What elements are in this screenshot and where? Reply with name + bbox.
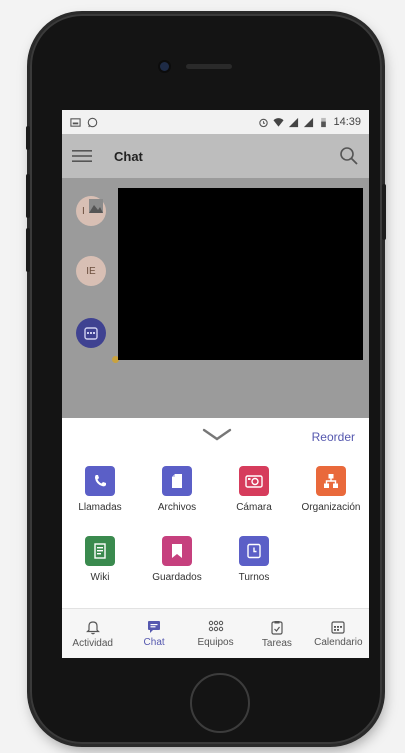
calendar-icon (331, 621, 345, 634)
phone-icon (85, 466, 115, 496)
bookmark-icon (162, 536, 192, 566)
whatsapp-icon (87, 117, 98, 127)
app-label: Archivos (157, 502, 197, 513)
signal-icon (289, 117, 299, 127)
hamburger-icon[interactable] (72, 148, 92, 164)
front-camera (160, 62, 169, 71)
tab-label: Tareas (261, 637, 292, 649)
tasks-icon (271, 620, 283, 635)
calendar-icon (84, 327, 98, 340)
chat-icon (148, 621, 161, 633)
earpiece-speaker (186, 64, 232, 69)
clock-icon (239, 536, 269, 566)
app-label: Guardados (152, 572, 202, 583)
status-time: 14:39 (333, 116, 361, 128)
app-label: Cámara (236, 502, 272, 513)
bell-icon (85, 620, 100, 634)
phone-screen: 14:39 Chat I IE Reorder Llamadas Archivo… (62, 110, 369, 658)
camera-icon (239, 466, 269, 496)
tab-chat[interactable]: Chat (123, 609, 184, 658)
alarm-icon (259, 118, 269, 127)
avatar-initials: I (82, 205, 85, 217)
more-apps-sheet: Reorder Llamadas Archivos Cámara Organiz… (62, 418, 369, 608)
chevron-down-icon[interactable] (202, 428, 232, 442)
teams-icon (208, 620, 223, 632)
file-icon (162, 466, 192, 496)
volume-up-button (26, 174, 30, 218)
app-guardados[interactable]: Guardados (139, 536, 215, 583)
reorder-button[interactable]: Reorder (312, 430, 355, 444)
image-icon (70, 117, 81, 127)
status-bar: 14:39 (62, 110, 369, 134)
mute-switch (26, 126, 30, 150)
app-label: Wiki (90, 572, 110, 583)
avatar[interactable] (76, 318, 106, 348)
photo-icon (89, 199, 103, 213)
signal-icon (304, 117, 314, 127)
app-wiki[interactable]: Wiki (62, 536, 138, 583)
tab-tareas[interactable]: Tareas (246, 609, 307, 658)
app-camara[interactable]: Cámara (216, 466, 292, 513)
chat-list-overlay: I IE (62, 178, 369, 418)
avatar[interactable]: IE (76, 256, 119, 363)
app-archivos[interactable]: Archivos (139, 466, 215, 513)
app-organizacion[interactable]: Organización (293, 466, 369, 513)
app-label: Llamadas (78, 502, 122, 513)
app-label: Organización (301, 502, 361, 513)
bottom-tab-bar: Actividad Chat Equipos Tareas Calendario (62, 608, 369, 658)
wiki-icon (85, 536, 115, 566)
avatar[interactable]: I (76, 196, 106, 226)
home-button[interactable] (190, 673, 250, 733)
video-preview (118, 188, 363, 360)
avatar-initials: IE (86, 265, 96, 277)
volume-down-button (26, 228, 30, 272)
tab-actividad[interactable]: Actividad (62, 609, 123, 658)
tab-calendario[interactable]: Calendario (308, 609, 369, 658)
wifi-icon (273, 117, 285, 127)
tab-label: Actividad (72, 637, 113, 649)
org-chart-icon (316, 466, 346, 496)
app-llamadas[interactable]: Llamadas (62, 466, 138, 513)
power-button (382, 184, 386, 240)
search-icon[interactable] (339, 146, 359, 166)
page-title: Chat (114, 148, 143, 164)
app-turnos[interactable]: Turnos (216, 536, 292, 583)
battery-icon (321, 117, 327, 127)
app-header: Chat (62, 134, 369, 178)
tab-label: Calendario (314, 637, 363, 648)
tab-label: Equipos (197, 637, 234, 648)
tab-label: Chat (143, 637, 165, 648)
app-label: Turnos (238, 572, 270, 583)
tab-equipos[interactable]: Equipos (185, 609, 246, 658)
